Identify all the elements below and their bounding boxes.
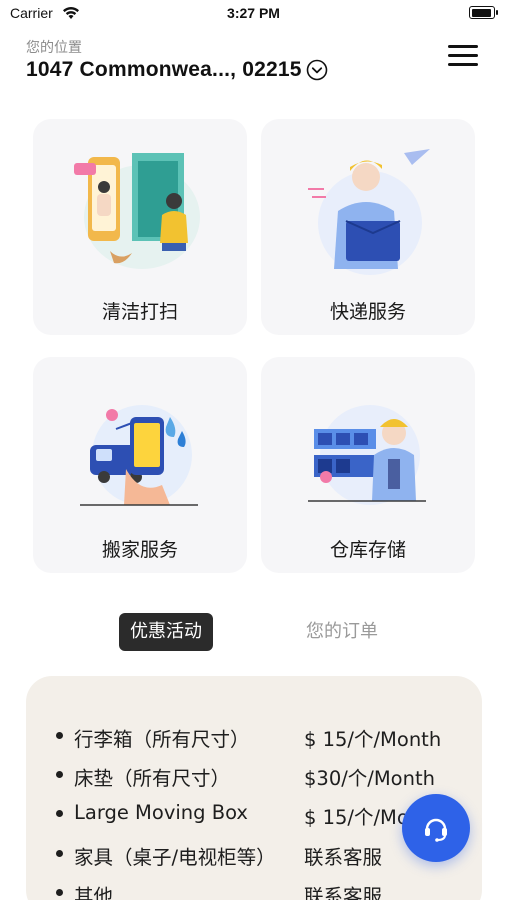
service-label: 快递服务 [329, 301, 406, 323]
promo-item: 床垫（所有尺寸） [74, 767, 231, 790]
bullet [56, 771, 63, 778]
list-item: 其他 联系客服 [26, 872, 482, 900]
status-bar: Carrier 3:27 PM [0, 0, 507, 30]
warehouse-illustration [308, 405, 426, 505]
promotions-panel: 行李箱（所有尺寸） $ 15/个/Month 床垫（所有尺寸） $30/个/Mo… [26, 676, 482, 900]
location-address: 1047 Commonwea..., 02215 [26, 58, 302, 81]
promo-price: 联系客服 [304, 885, 383, 900]
promo-item: Large Moving Box [74, 801, 248, 824]
menu-icon[interactable] [446, 42, 480, 70]
promo-price: 联系客服 [304, 846, 383, 869]
promo-item: 家具（桌子/电视柜等） [74, 846, 276, 869]
service-label: 搬家服务 [101, 539, 178, 561]
promo-item: 行李箱（所有尺寸） [74, 728, 250, 751]
list-item: 行李箱（所有尺寸） $ 15/个/Month [26, 715, 482, 755]
bullet [56, 889, 63, 896]
tab-orders[interactable]: 您的订单 [295, 613, 389, 651]
list-item: 床垫（所有尺寸） $30/个/Month [26, 754, 482, 794]
clock: 3:27 PM [227, 5, 280, 21]
service-card-courier[interactable]: 快递服务 [261, 119, 475, 335]
chevron-down-icon [306, 59, 327, 81]
promo-item: 其他 [74, 885, 114, 900]
service-card-cleaning[interactable]: 清洁打扫 [33, 119, 247, 335]
location-label: 您的位置 [26, 40, 82, 56]
battery-icon [469, 6, 498, 19]
promo-price: $30/个/Month [304, 767, 435, 790]
promo-price: $ 15/个/Month [304, 728, 442, 751]
service-label: 清洁打扫 [101, 301, 178, 323]
bullet [56, 732, 63, 739]
location-selector[interactable]: 1047 Commonwea..., 02215 [26, 58, 328, 82]
service-label: 仓库存储 [329, 539, 406, 561]
courier-illustration [308, 149, 430, 275]
customer-service-button[interactable] [402, 794, 470, 862]
bullet [56, 810, 63, 817]
service-card-moving[interactable]: 搬家服务 [33, 357, 247, 573]
headset-icon [425, 818, 447, 842]
tab-promotions[interactable]: 优惠活动 [119, 613, 213, 651]
moving-illustration [80, 405, 198, 506]
service-card-warehouse[interactable]: 仓库存储 [261, 357, 475, 573]
bullet [56, 850, 63, 857]
cleaning-illustration [74, 153, 200, 269]
